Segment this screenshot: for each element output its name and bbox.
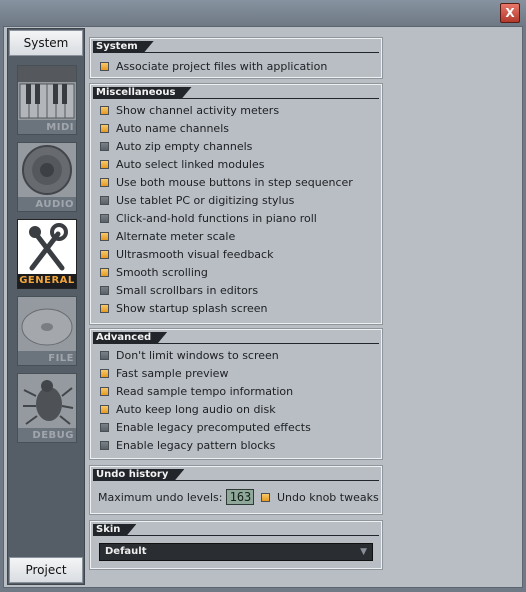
sidebar: System MIDI AUDIO GENERAL FILE DEBUG Pro… <box>7 28 85 585</box>
piano-keyboard-icon <box>18 66 76 120</box>
tab-system[interactable]: System <box>9 30 83 56</box>
wrench-icon <box>18 220 76 274</box>
checkbox-row[interactable]: Smooth scrolling <box>100 263 208 281</box>
max-undo-row: Maximum undo levels: 163 <box>98 488 255 506</box>
checkbox-icon[interactable] <box>100 61 109 71</box>
checkbox-icon[interactable] <box>261 492 270 502</box>
checkbox-row[interactable]: Enable legacy precomputed effects <box>100 418 311 436</box>
undo-history-group: Undo history Maximum undo levels: 163 Un… <box>89 465 383 515</box>
title-bar: X <box>0 0 526 26</box>
skin-value: Default <box>105 546 147 557</box>
category-label: AUDIO <box>35 199 74 210</box>
close-button[interactable]: X <box>500 3 520 23</box>
checkbox-row[interactable]: Read sample tempo information <box>100 382 293 400</box>
category-label: FILE <box>48 353 74 364</box>
checkbox-row[interactable]: Enable legacy pattern blocks <box>100 436 275 454</box>
checkbox-row[interactable]: Auto zip empty channels <box>100 137 252 155</box>
bug-icon <box>18 374 76 428</box>
category-label: MIDI <box>46 122 74 133</box>
checkbox-row[interactable]: Small scrollbars in editors <box>100 281 258 299</box>
checkbox-label: Read sample tempo information <box>116 384 294 398</box>
checkbox-icon[interactable] <box>100 177 109 187</box>
category-midi[interactable]: MIDI <box>17 65 77 135</box>
checkbox-label: Auto keep long audio on disk <box>116 402 276 416</box>
advanced-group: Advanced Don't limit windows to screen F… <box>89 328 383 460</box>
checkbox-icon[interactable] <box>100 350 109 360</box>
category-label: GENERAL <box>18 274 76 288</box>
checkbox-row[interactable]: Auto name channels <box>100 119 229 137</box>
checkbox-label: Undo knob tweaks <box>277 490 379 504</box>
system-group: System Associate project files with appl… <box>89 37 383 79</box>
checkbox-label: Ultrasmooth visual feedback <box>116 247 274 261</box>
checkbox-label: Auto name channels <box>116 121 229 135</box>
checkbox-label: Show startup splash screen <box>116 301 268 315</box>
checkbox-icon[interactable] <box>100 440 109 450</box>
checkbox-label: Don't limit windows to screen <box>116 348 279 362</box>
checkbox-row[interactable]: Click-and-hold functions in piano roll <box>100 209 317 227</box>
checkbox-icon[interactable] <box>100 105 109 115</box>
checkbox-row[interactable]: Show startup splash screen <box>100 299 268 317</box>
checkbox-icon[interactable] <box>100 285 109 295</box>
checkbox-icon[interactable] <box>100 386 109 396</box>
chevron-down-icon: ▼ <box>360 547 367 557</box>
category-file[interactable]: FILE <box>17 296 77 366</box>
checkbox-label: Click-and-hold functions in piano roll <box>116 211 317 225</box>
checkbox-label: Use both mouse buttons in step sequencer <box>116 175 353 189</box>
checkbox-label: Small scrollbars in editors <box>116 283 259 297</box>
checkbox-label: Fast sample preview <box>116 366 229 380</box>
checkbox-icon[interactable] <box>100 141 109 151</box>
checkbox-icon[interactable] <box>100 159 109 169</box>
checkbox-icon[interactable] <box>100 267 109 277</box>
category-general[interactable]: GENERAL <box>17 219 77 289</box>
category-debug[interactable]: DEBUG <box>17 373 77 443</box>
skin-select[interactable]: Default ▼ <box>99 543 373 561</box>
checkbox-icon[interactable] <box>100 195 109 205</box>
disc-icon <box>18 297 76 351</box>
checkbox-label: Enable legacy pattern blocks <box>116 438 276 452</box>
checkbox-label: Use tablet PC or digitizing stylus <box>116 193 295 207</box>
checkbox-icon[interactable] <box>100 422 109 432</box>
max-undo-value[interactable]: 163 <box>226 489 255 505</box>
checkbox-icon[interactable] <box>100 231 109 241</box>
checkbox-label: Show channel activity meters <box>116 103 280 117</box>
checkbox-label: Enable legacy precomputed effects <box>116 420 311 434</box>
checkbox-label: Auto zip empty channels <box>116 139 253 153</box>
checkbox-icon[interactable] <box>100 213 109 223</box>
checkbox-icon[interactable] <box>100 368 109 378</box>
settings-window: System MIDI AUDIO GENERAL FILE DEBUG Pro… <box>3 26 523 588</box>
checkbox-icon[interactable] <box>100 404 109 414</box>
undo-knob-row[interactable]: Undo knob tweaks <box>261 488 379 506</box>
checkbox-row[interactable]: Auto select linked modules <box>100 155 264 173</box>
checkbox-label: Alternate meter scale <box>116 229 236 243</box>
checkbox-icon[interactable] <box>100 303 109 313</box>
checkbox-row[interactable]: Auto keep long audio on disk <box>100 400 276 418</box>
category-audio[interactable]: AUDIO <box>17 142 77 212</box>
checkbox-row[interactable]: Fast sample preview <box>100 364 228 382</box>
checkbox-icon[interactable] <box>100 249 109 259</box>
checkbox-label: Associate project files with application <box>116 59 328 73</box>
max-undo-label: Maximum undo levels: <box>98 490 223 504</box>
checkbox-row[interactable]: Don't limit windows to screen <box>100 346 279 364</box>
skin-group: Skin Default ▼ <box>89 520 383 570</box>
checkbox-icon[interactable] <box>100 123 109 133</box>
tab-project[interactable]: Project <box>9 557 83 583</box>
checkbox-row[interactable]: Ultrasmooth visual feedback <box>100 245 273 263</box>
checkbox-row[interactable]: Alternate meter scale <box>100 227 235 245</box>
miscellaneous-group: Miscellaneous Show channel activity mete… <box>89 83 383 325</box>
checkbox-row[interactable]: Associate project files with application <box>100 57 327 75</box>
checkbox-label: Auto select linked modules <box>116 157 265 171</box>
category-label: DEBUG <box>32 430 74 441</box>
checkbox-row[interactable]: Show channel activity meters <box>100 101 279 119</box>
checkbox-label: Smooth scrolling <box>116 265 208 279</box>
checkbox-row[interactable]: Use both mouse buttons in step sequencer <box>100 173 353 191</box>
speaker-icon <box>18 143 76 197</box>
checkbox-row[interactable]: Use tablet PC or digitizing stylus <box>100 191 294 209</box>
